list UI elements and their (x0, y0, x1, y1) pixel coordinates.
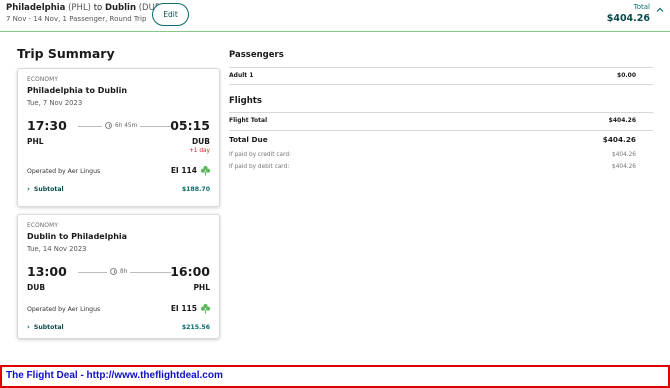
edit-button[interactable]: Edit (152, 3, 189, 26)
flight-number: EI 115 (170, 304, 197, 313)
total-label: Total (633, 3, 650, 11)
subtotal-label: Subtotal (33, 185, 64, 193)
departure-time: 13:00 (27, 264, 67, 279)
flight-date: Tue, 7 Nov 2023 (27, 99, 83, 107)
cabin-class: ECONOMY (27, 223, 59, 229)
watermark-banner: The Flight Deal - http://www.theflightde… (0, 365, 670, 388)
booking-header: Philadelphia (PHL) to Dublin (DUB) 7 Nov… (0, 0, 670, 32)
subtotal-toggle[interactable]: › Subtotal (27, 185, 64, 193)
flight-route: Dublin to Philadelphia (27, 232, 128, 241)
origin-code: (PHL) (68, 3, 91, 13)
total-due-label: Total Due (229, 135, 268, 144)
chevron-right-icon: › (27, 323, 30, 331)
clock-icon (105, 122, 112, 129)
subtotal-label: Subtotal (33, 323, 64, 331)
divider (229, 84, 653, 85)
arrival-airport: DUB (191, 137, 210, 146)
flight-total-value: $404.26 (608, 117, 636, 124)
origin-city: Philadelphia (6, 3, 66, 13)
duration: 8h (107, 268, 131, 275)
divider (229, 112, 653, 113)
route-title: Philadelphia (PHL) to Dublin (DUB) (6, 3, 164, 13)
operated-by: Operated by Aer Lingus (27, 306, 101, 313)
flight-card-outbound: ECONOMY Philadelphia to Dublin Tue, 7 No… (17, 68, 220, 207)
debit-card-label: If paid by debit card: (229, 164, 290, 170)
debit-card-value: $404.26 (612, 164, 636, 170)
divider (229, 130, 653, 131)
passenger-label: Adult 1 (229, 72, 254, 79)
cabin-class: ECONOMY (27, 77, 59, 83)
chevron-up-icon[interactable] (656, 6, 664, 14)
flight-total-label: Flight Total (229, 117, 268, 124)
departure-time: 17:30 (27, 118, 67, 133)
duration-text: 6h 45m (115, 122, 138, 129)
passengers-title: Passengers (229, 50, 284, 60)
operated-by: Operated by Aer Lingus (27, 168, 101, 175)
flight-route: Philadelphia to Dublin (27, 86, 128, 95)
departure-airport: DUB (27, 283, 46, 292)
shamrock-icon (200, 165, 211, 176)
destination-city: Dublin (104, 3, 137, 13)
credit-card-label: If paid by credit card: (229, 152, 291, 158)
banner-text: The Flight Deal - http://www.theflightde… (6, 370, 223, 381)
flight-date: Tue, 14 Nov 2023 (27, 245, 87, 253)
credit-card-value: $404.26 (612, 152, 636, 158)
trip-details: 7 Nov - 14 Nov, 1 Passenger, Round Trip (6, 15, 147, 23)
arrival-time: 16:00 (170, 264, 210, 279)
departure-airport: PHL (27, 137, 44, 146)
arrival-time: 05:15 (170, 118, 210, 133)
shamrock-icon (200, 303, 211, 314)
total-due-value: $404.26 (602, 135, 636, 144)
flights-title: Flights (229, 96, 262, 106)
total-value: $404.26 (606, 13, 650, 24)
chevron-right-icon: › (27, 185, 30, 193)
clock-icon (110, 268, 117, 275)
flight-number: EI 114 (170, 166, 197, 175)
subtotal-value: $188.70 (181, 186, 210, 193)
subtotal-value: $215.56 (181, 324, 210, 331)
route-connector: to (93, 3, 103, 13)
duration-text: 8h (120, 268, 128, 275)
arrival-airport: PHL (193, 283, 210, 292)
day-offset: +1 day (188, 148, 210, 154)
trip-summary-title: Trip Summary (17, 46, 115, 61)
divider (229, 67, 653, 68)
subtotal-toggle[interactable]: › Subtotal (27, 323, 64, 331)
flight-card-return: ECONOMY Dublin to Philadelphia Tue, 14 N… (17, 214, 220, 339)
passenger-price: $0.00 (617, 72, 636, 79)
duration: 6h 45m (102, 122, 141, 129)
